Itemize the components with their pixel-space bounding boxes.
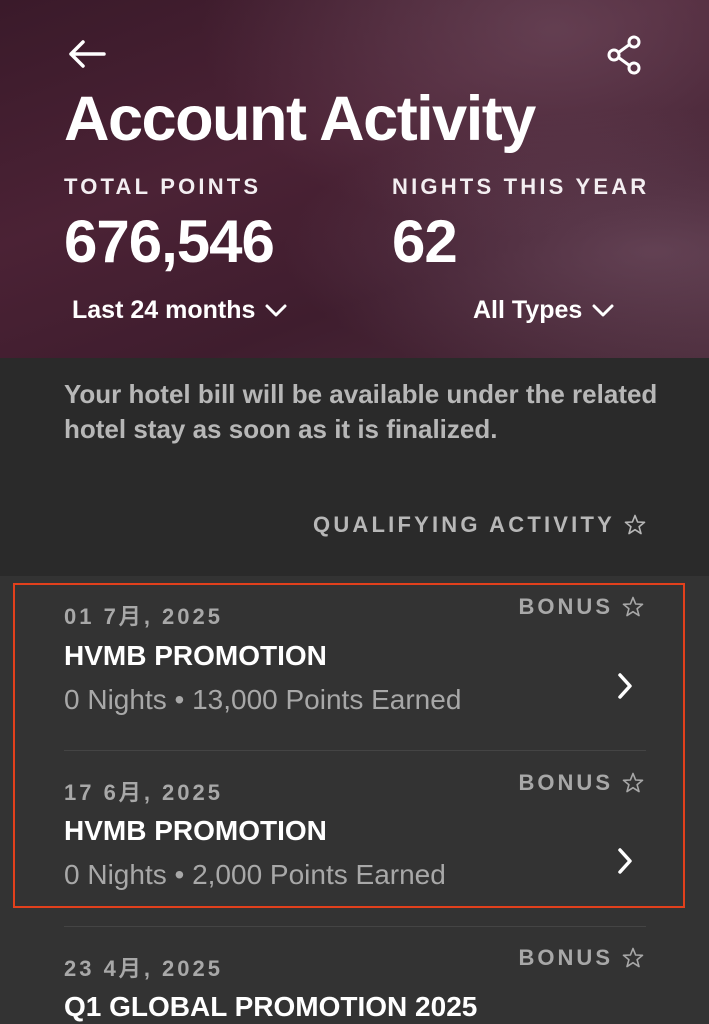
account-header: Account Activity TOTAL POINTS 676,546 NI… [0,0,709,358]
bonus-badge: BONUS [519,945,645,971]
bonus-badge: BONUS [519,770,645,796]
chevron-down-icon [265,304,287,316]
period-filter-dropdown[interactable]: Last 24 months [72,296,287,325]
activity-list: 01 7月, 2025 BONUS HVMB PROMOTION 0 Night… [0,576,709,1024]
share-icon [607,35,641,75]
arrow-left-icon [69,40,106,68]
activity-date: 17 6月, 2025 [64,780,223,805]
badge-label: BONUS [518,945,613,970]
chevron-right-icon [610,843,640,879]
nights-this-year-value: 62 [392,208,458,275]
activity-title: HVMB PROMOTION [64,640,327,671]
badge-label: BONUS [518,770,613,795]
bonus-badge: BONUS [519,594,645,620]
nights-this-year-label: NIGHTS THIS YEAR [392,174,650,199]
star-outline-icon [624,514,646,535]
activity-title: HVMB PROMOTION [64,815,327,846]
period-filter-label: Last 24 months [72,296,256,324]
activity-date: 23 4月, 2025 [64,956,223,981]
activity-row[interactable]: 17 6月, 2025 BONUS HVMB PROMOTION 0 Night… [0,751,709,926]
total-points-label: TOTAL POINTS [64,174,262,199]
activity-summary: 0 Nights • 13,000 Points Earned [64,684,462,715]
activity-title: Q1 GLOBAL PROMOTION 2025 [64,991,478,1022]
qualifying-activity-filter[interactable]: QUALIFYING ACTIVITY [313,512,647,538]
qualifying-activity-label: QUALIFYING ACTIVITY [313,512,615,537]
type-filter-label: All Types [473,296,583,324]
star-outline-icon [622,772,644,793]
activity-row[interactable]: 01 7月, 2025 BONUS HVMB PROMOTION 0 Night… [0,576,709,751]
star-outline-icon [622,596,644,617]
share-button[interactable] [600,30,650,80]
chevron-down-icon [592,304,614,316]
type-filter-dropdown[interactable]: All Types [473,296,614,325]
hotel-bill-info-text: Your hotel bill will be available under … [64,379,658,444]
chevron-right-icon [610,668,640,704]
page-title: Account Activity [64,84,536,154]
badge-label: BONUS [518,594,613,619]
star-outline-icon [622,947,644,968]
activity-row[interactable]: 23 4月, 2025 BONUS Q1 GLOBAL PROMOTION 20… [0,927,709,1024]
activity-date: 01 7月, 2025 [64,604,223,629]
activity-summary: 0 Nights • 2,000 Points Earned [64,859,446,890]
total-points-value: 676,546 [64,208,275,275]
back-button[interactable] [64,34,108,74]
